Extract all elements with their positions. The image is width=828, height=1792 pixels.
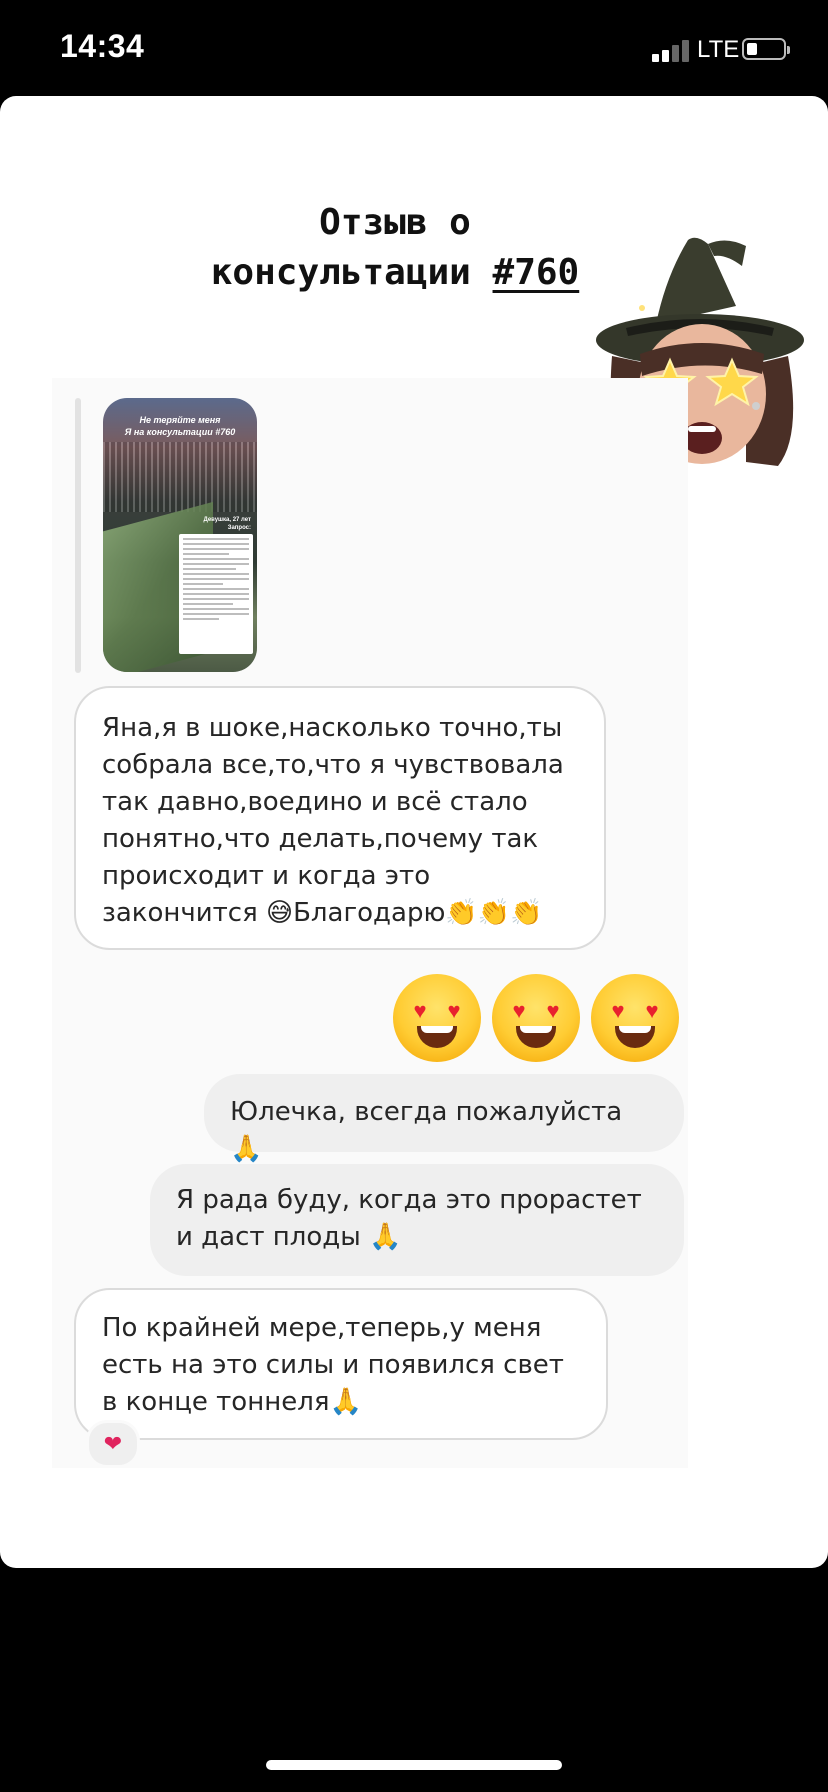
shared-story-caption: Девушка, 27 лет Запрос: xyxy=(203,517,251,531)
story-title-word: консультации xyxy=(210,252,471,293)
heart-eyes-emoji-icon: ♥ ♥ xyxy=(393,974,481,1062)
hashtag[interactable]: #760 xyxy=(493,252,580,293)
home-indicator[interactable] xyxy=(266,1760,562,1770)
network-type: LTE xyxy=(697,36,740,63)
battery-icon xyxy=(742,38,790,60)
message-text: Юлечка, всегда пожалуйста 🙏 xyxy=(230,1097,623,1164)
message-bubble-outgoing[interactable]: Юлечка, всегда пожалуйста 🙏 xyxy=(204,1074,684,1164)
message-text: Яна,я в шоке,насколько точно,ты собрала … xyxy=(102,713,564,928)
message-bubble-incoming[interactable]: По крайней мере,теперь,у меня есть на эт… xyxy=(74,1288,608,1440)
status-time: 14:34 xyxy=(60,28,145,64)
shared-story-thumbnail[interactable]: Не теряйте меня Я на консультации #760 Д… xyxy=(103,398,257,672)
story-title-line2: консультации #760 xyxy=(150,248,640,298)
heart-eyes-emoji-icon: ♥ ♥ xyxy=(591,974,679,1062)
shared-story-text-card xyxy=(179,534,253,654)
story-title: Отзыв о консультации #760 xyxy=(150,198,640,298)
cellular-signal-icon xyxy=(652,38,692,62)
emoji-message-outgoing[interactable]: ♥ ♥ ♥ ♥ ♥ ♥ xyxy=(390,972,686,1064)
message-bubble-incoming[interactable]: Яна,я в шоке,насколько точно,ты собрала … xyxy=(74,686,606,950)
heart-reaction-icon[interactable]: ❤ xyxy=(86,1420,140,1468)
shared-story-title: Не теряйте меня Я на консультации #760 xyxy=(124,415,236,437)
story-title-line1: Отзыв о xyxy=(319,202,471,243)
reply-indicator xyxy=(75,398,81,673)
message-text: По крайней мере,теперь,у меня есть на эт… xyxy=(102,1313,564,1417)
status-bar: 14:34 LTE xyxy=(0,0,828,96)
message-bubble-outgoing[interactable]: Я рада буду, когда это прорастет и даст … xyxy=(150,1164,684,1276)
message-text: Я рада буду, когда это прорастет и даст … xyxy=(176,1185,642,1252)
heart-eyes-emoji-icon: ♥ ♥ xyxy=(492,974,580,1062)
